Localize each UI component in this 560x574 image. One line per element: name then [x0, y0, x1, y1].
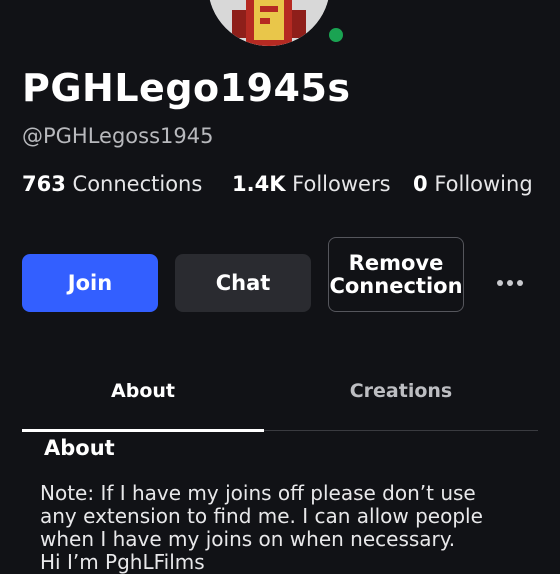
avatar[interactable] — [208, 0, 346, 46]
tab-about[interactable]: About — [22, 380, 264, 402]
connections-count: 763 — [22, 172, 66, 196]
about-description: Note: If I have my joins off please don’… — [40, 481, 483, 574]
ellipsis-icon[interactable] — [492, 268, 528, 298]
username: @PGHLegoss1945 — [22, 124, 214, 148]
display-name: PGHLego1945s — [22, 66, 351, 110]
join-button[interactable]: Join — [22, 254, 158, 312]
following-label: Following — [434, 172, 533, 196]
profile-stats: 763 Connections 1.4K Followers 0 Followi… — [22, 172, 542, 202]
profile-tabs: About Creations — [22, 370, 538, 432]
chat-button[interactable]: Chat — [175, 254, 311, 312]
followers-count: 1.4K — [232, 172, 286, 196]
followers-stat[interactable]: 1.4K Followers — [232, 172, 391, 196]
online-status-indicator — [326, 25, 346, 45]
connections-label: Connections — [72, 172, 203, 196]
followers-label: Followers — [292, 172, 391, 196]
connections-stat[interactable]: 763 Connections — [22, 172, 202, 196]
remove-connection-button[interactable]: Remove Connection — [328, 237, 464, 312]
tab-creations[interactable]: Creations — [280, 380, 522, 402]
active-tab-indicator — [22, 429, 264, 432]
following-count: 0 — [413, 172, 428, 196]
about-section-title: About — [44, 436, 115, 460]
following-stat[interactable]: 0 Following — [413, 172, 533, 196]
avatar-image — [208, 0, 330, 46]
